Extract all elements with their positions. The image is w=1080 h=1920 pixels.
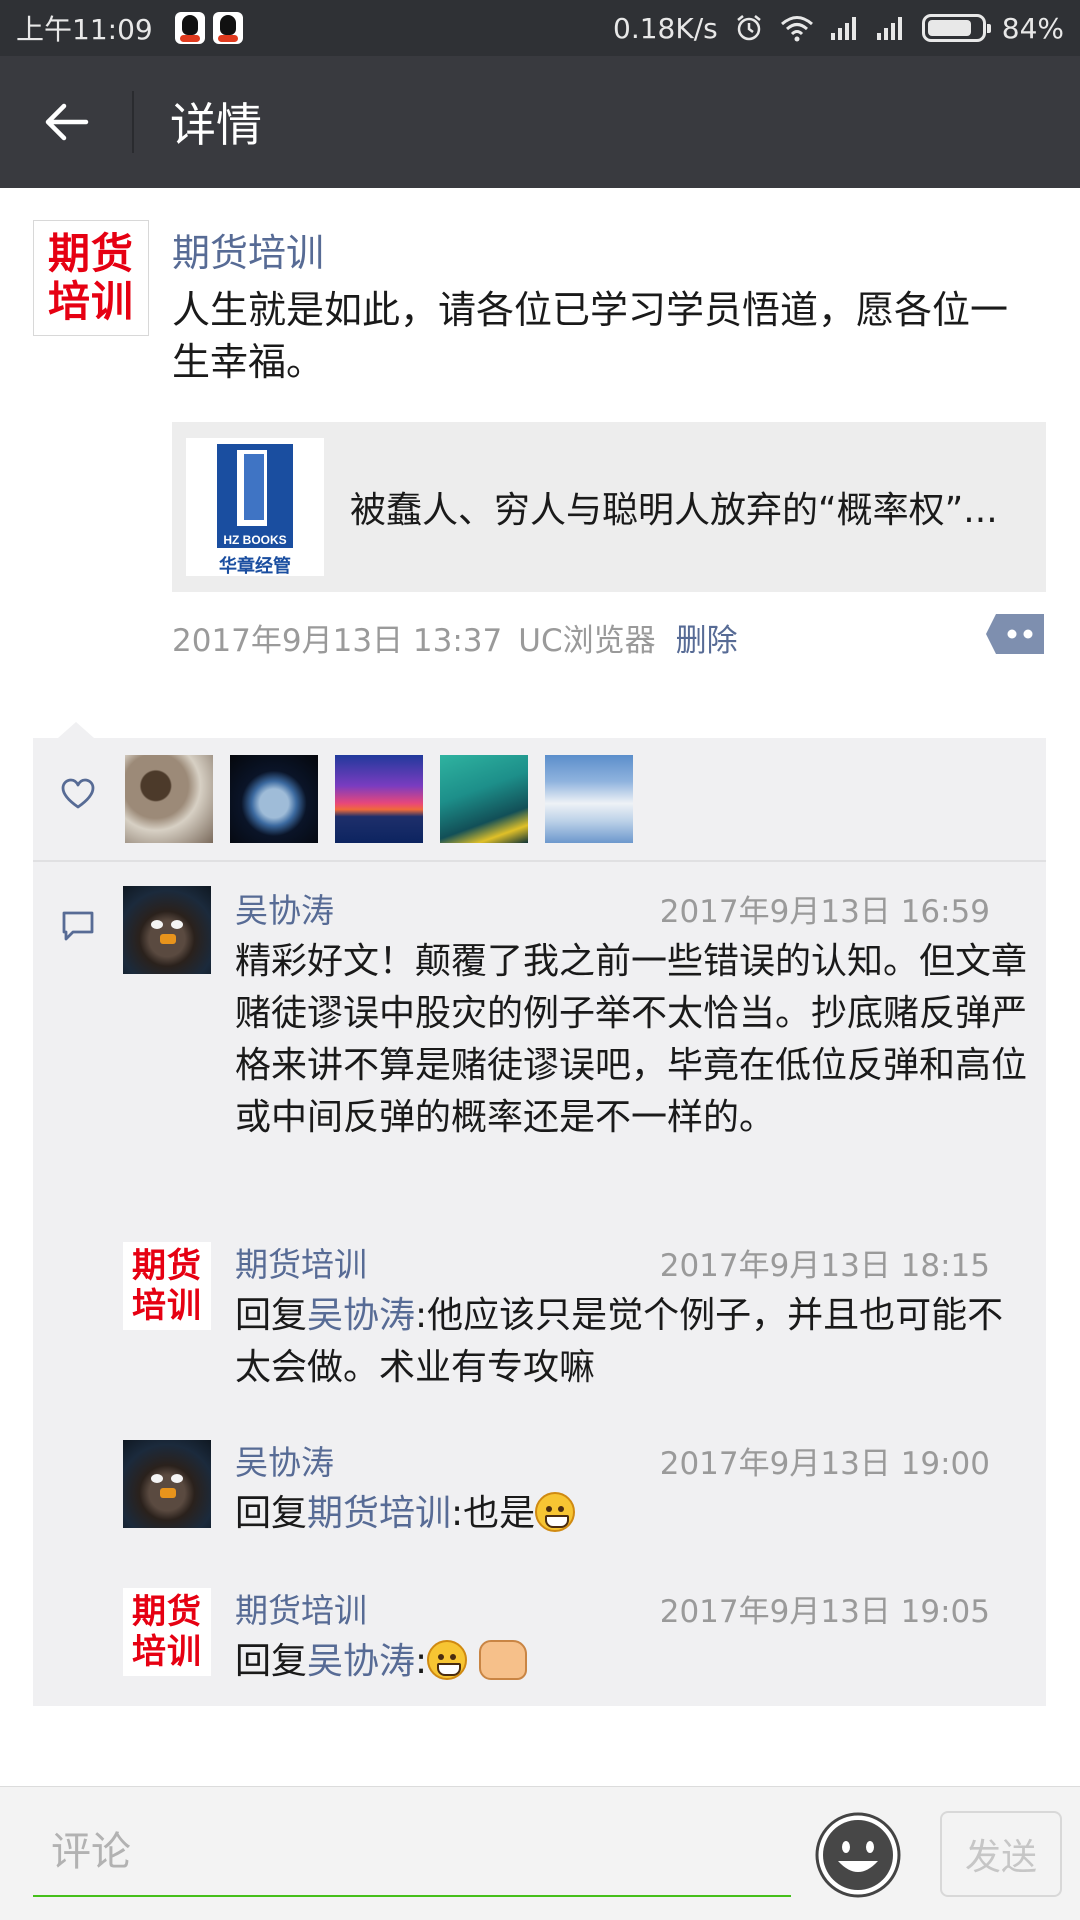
back-button[interactable]: [0, 56, 132, 188]
comment-time: 2017年9月13日 16:59: [659, 894, 990, 930]
reply-mention[interactable]: 吴协涛: [307, 1295, 415, 1336]
link-thumbnail: HZ BOOKS 华章经管: [186, 438, 324, 577]
battery-fill: [927, 20, 972, 36]
avatar-eye: [171, 920, 183, 929]
thumb-brand: HZ BOOKS: [217, 532, 293, 548]
status-bar: 上午11:09 0.18K/s 84%: [0, 0, 1080, 56]
commenter-avatar[interactable]: 期货 培训: [123, 1588, 211, 1676]
reply-body: :也是: [451, 1493, 536, 1534]
commenter-avatar[interactable]: 期货 培训: [123, 1242, 211, 1330]
avatar-logo-line1: 期货: [132, 1592, 202, 1632]
reply-mention[interactable]: 期货培训: [307, 1493, 451, 1534]
comment-text: 回复期货培训:也是: [235, 1488, 1035, 1540]
comment-time: 2017年9月13日 18:15: [659, 1248, 990, 1284]
reply-prefix: 回复: [235, 1493, 308, 1534]
comment-time: 2017年9月13日 19:00: [659, 1446, 990, 1482]
avatar-logo-line1: 期货: [132, 1246, 202, 1286]
delete-button[interactable]: 删除: [676, 615, 738, 660]
thumb-logo-door-inner: [244, 454, 264, 520]
shared-link-card[interactable]: HZ BOOKS 华章经管 被蠢人、穷人与聪明人放弃的“概率权”...: [172, 422, 1046, 592]
commenter-name[interactable]: 期货培训: [235, 1584, 367, 1632]
panel-arrow: [58, 722, 94, 738]
wifi-icon: [780, 16, 813, 42]
qq-notification-icon: [212, 12, 243, 44]
reply-prefix: 回复: [235, 1295, 308, 1336]
avatar-beak: [160, 934, 176, 944]
avatar-beak: [160, 1488, 176, 1498]
comment-text: 回复吴协涛:: [235, 1636, 1035, 1688]
liker-avatar[interactable]: [335, 755, 423, 843]
post-meta: 2017年9月13日 13:37 UC浏览器 删除: [172, 612, 738, 662]
comment-text: 精彩好文！颠覆了我之前一些错误的认知。但文章赌徒谬误中股灾的例子举不太恰当。抄底…: [235, 941, 1028, 1138]
grin-emoji-icon: [535, 1492, 576, 1532]
likes-row: [33, 738, 1046, 860]
qq-notification-icon: [174, 12, 205, 44]
avatar-eye: [151, 1474, 163, 1483]
signal-icon: [830, 17, 856, 40]
post-author-avatar[interactable]: 期货 培训: [33, 220, 149, 336]
battery-percent: 84%: [1001, 11, 1064, 45]
commenter-avatar[interactable]: [123, 1440, 211, 1528]
avatar-logo-line2: 培训: [132, 1286, 202, 1326]
post-source: UC浏览器: [518, 622, 656, 659]
comment-input[interactable]: [33, 1809, 791, 1897]
commenter-name[interactable]: 吴协涛: [235, 1436, 334, 1484]
liker-avatar[interactable]: [230, 755, 318, 843]
title-divider: [132, 91, 134, 153]
handshake-emoji-icon: [478, 1640, 527, 1680]
post-timestamp: 2017年9月13日 13:37: [172, 622, 503, 659]
signal-icon: [876, 17, 902, 40]
commenter-name[interactable]: 吴协涛: [235, 884, 334, 932]
avatar-eye: [171, 1474, 183, 1483]
send-button[interactable]: 发送: [940, 1811, 1062, 1897]
reply-body: :: [415, 1641, 428, 1682]
liker-avatar[interactable]: [440, 755, 528, 843]
alarm-icon: [736, 15, 761, 41]
heart-icon: [61, 778, 95, 809]
title-bar: 详情: [0, 56, 1080, 188]
post-text: 人生就是如此，请各位已学习学员悟道，愿各位一生幸福。: [172, 288, 1009, 384]
comment-time: 2017年9月13日 19:05: [659, 1594, 990, 1630]
avatar-logo-line1: 期货: [47, 229, 134, 278]
page-title: 详情: [170, 98, 262, 152]
post-author-name[interactable]: 期货培训: [172, 222, 324, 277]
avatar-eye: [151, 920, 163, 929]
commenter-avatar[interactable]: [123, 886, 211, 974]
commenter-name[interactable]: 期货培训: [235, 1238, 367, 1286]
liker-avatar[interactable]: [545, 755, 633, 843]
arrow-left-icon: [45, 103, 89, 141]
reply-mention[interactable]: 吴协涛: [307, 1641, 415, 1682]
likes-divider: [33, 860, 1046, 862]
comment-input-bar: 发送: [0, 1786, 1080, 1920]
comment-icon: [62, 911, 94, 941]
comment-text: 回复吴协涛:他应该只是觉个例子，并且也可能不太会做。术业有专攻嘛: [235, 1290, 1035, 1394]
avatar-logo-line2: 培训: [132, 1632, 202, 1672]
smile-emoji-icon: [427, 1640, 468, 1680]
liker-avatar[interactable]: [125, 755, 213, 843]
interaction-panel: 吴协涛 2017年9月13日 16:59 精彩好文！颠覆了我之前一些错误的认知。…: [33, 738, 1046, 1706]
status-time: 上午11:09: [16, 13, 153, 46]
reply-prefix: 回复: [235, 1641, 308, 1682]
network-speed: 0.18K/s: [613, 11, 718, 45]
battery-icon: [921, 14, 991, 42]
link-title: 被蠢人、穷人与聪明人放弃的“概率权”...: [350, 490, 998, 531]
emoji-button[interactable]: [814, 1811, 902, 1899]
thumb-brand-cn: 华章经管: [219, 556, 291, 577]
more-actions-button[interactable]: [986, 612, 1046, 656]
avatar-logo-line2: 培训: [47, 277, 134, 326]
